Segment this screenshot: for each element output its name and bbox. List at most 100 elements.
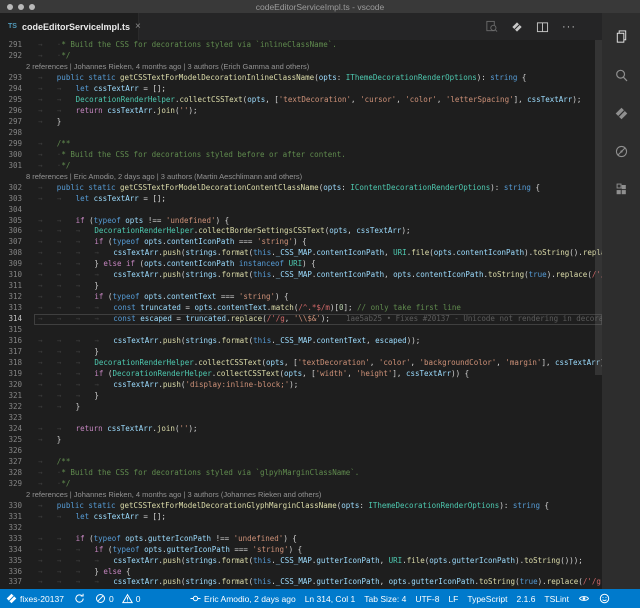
code-text[interactable]: →·* Build the CSS for decorations styled… [34,150,602,161]
code-line[interactable]: 302→public static getCSSTextForModelDeco… [0,183,602,194]
code-text[interactable]: →→→→cssTextArr.push(strings.format(this.… [34,248,602,259]
code-text[interactable]: →} [34,117,602,128]
eol-indicator[interactable]: LF [448,594,458,604]
close-window-button[interactable] [7,4,13,10]
line-number[interactable]: 292 [0,51,22,62]
line-number[interactable]: 293 [0,73,22,84]
gitlens-toggle-button[interactable] [578,593,590,604]
code-line[interactable]: 319→→→if (DecorationRenderHelper.collect… [0,369,602,380]
code-line[interactable]: 336→→→} else { [0,567,602,578]
line-number[interactable]: 301 [0,161,22,172]
extensions-icon[interactable] [613,181,629,197]
code-line[interactable]: 324 →→return cssTextArr.join(''); [0,424,602,435]
line-number[interactable]: 316 [0,336,22,347]
line-number[interactable]: 324 [0,424,22,435]
code-text[interactable]: →→→if (typeof opts.contentText === 'stri… [34,292,602,303]
line-number[interactable]: 323 [0,413,22,424]
code-line[interactable]: 303→→let cssTextArr = []; [0,194,602,205]
code-text[interactable]: →/** [34,457,602,468]
code-text[interactable]: →→let cssTextArr = []; [34,84,602,95]
line-number[interactable]: 334 [0,545,22,556]
source-control-icon[interactable] [613,105,629,121]
code-line[interactable]: 297→} [0,117,602,128]
code-text[interactable]: →→let cssTextArr = []; [34,194,602,205]
code-line[interactable]: 318 →→→DecorationRenderHelper.collectCSST… [0,358,602,369]
line-number[interactable]: 317 [0,347,22,358]
code-text[interactable]: →→DecorationRenderHelper.collectCSSText(… [34,95,602,106]
line-number[interactable]: 295 [0,95,22,106]
codelens-text[interactable]: 2 references | Johannes Rieken, 4 months… [26,490,321,501]
code-line[interactable]: 301 →·*/ [0,161,602,172]
sync-button[interactable] [74,593,85,604]
line-number[interactable]: 300 [0,150,22,161]
line-number[interactable]: 311 [0,281,22,292]
code-text[interactable]: →·*/ [34,479,602,490]
code-line[interactable]: 325→} [0,435,602,446]
code-line[interactable]: 326 [0,446,602,457]
line-number[interactable]: 309 [0,259,22,270]
code-text[interactable]: →·*/ [34,161,602,172]
tab-size-indicator[interactable]: Tab Size: 4 [364,594,406,604]
code-line[interactable]: 307 →→→if (typeof opts.contentIconPath ==… [0,237,602,248]
code-line[interactable]: 321→→→} [0,391,602,402]
code-line[interactable]: 313→→→→const truncated = opts.contentTex… [0,303,602,314]
code-line[interactable]: 304 [0,205,602,216]
codelens-row[interactable]: 2 references | Johannes Rieken, 4 months… [0,490,602,501]
code-text[interactable]: →→→if (DecorationRenderHelper.collectCSS… [34,369,602,380]
code-line[interactable]: 306→→→DecorationRenderHelper.collectBord… [0,226,602,237]
code-line[interactable]: 295 →→DecorationRenderHelper.collectCSSTe… [0,95,602,106]
code-text[interactable]: →→→if (typeof opts.contentIconPath === '… [34,237,602,248]
codelens-text[interactable]: 2 references | Johannes Rieken, 4 months… [26,62,309,73]
code-line[interactable]: 305→→if (typeof opts !== 'undefined') { [0,216,602,227]
code-line[interactable]: 309→→→} else if (opts.contentIconPath in… [0,259,602,270]
line-number[interactable]: 299 [0,139,22,150]
line-number[interactable]: 296 [0,106,22,117]
scrollbar-thumb[interactable] [595,40,602,375]
code-line[interactable]: 299→/** [0,139,602,150]
close-tab-icon[interactable]: × [135,22,141,32]
line-number[interactable]: 304 [0,205,22,216]
code-line[interactable]: 331→→let cssTextArr = []; [0,512,602,523]
code-line[interactable]: 298 [0,128,602,139]
code-line[interactable]: 314→→→→const escaped = truncated.replace… [0,314,602,325]
code-area[interactable]: 291 →·* Build the CSS for decorations sty… [0,40,602,589]
open-preview-icon[interactable] [485,20,498,33]
line-number[interactable]: 312 [0,292,22,303]
codelens-row[interactable]: 2 references | Johannes Rieken, 4 months… [0,62,602,73]
code-text[interactable]: →→→DecorationRenderHelper.collectCSSText… [34,358,602,369]
code-line[interactable]: 330→public static getCSSTextForModelDeco… [0,501,602,512]
line-number[interactable]: 306 [0,226,22,237]
code-text[interactable]: →→→→cssTextArr.push(strings.format(this.… [34,556,602,567]
line-number[interactable]: 315 [0,325,22,336]
code-text[interactable]: →→→} [34,391,602,402]
code-text[interactable]: →→return cssTextArr.join(''); [34,424,602,435]
search-icon[interactable] [613,67,629,83]
code-text[interactable]: →·* Build the CSS for decorations styled… [34,468,602,479]
code-text[interactable]: →public static getCSSTextForModelDecorat… [34,501,602,512]
line-number[interactable]: 333 [0,534,22,545]
tslint-status[interactable]: TSLint [544,594,569,604]
code-text[interactable]: →→→if (typeof opts.gutterIconPath === 's… [34,545,602,556]
code-text[interactable]: →→→→cssTextArr.push(strings.format(this.… [34,270,602,281]
code-line[interactable]: 323 [0,413,602,424]
code-text[interactable]: →→} [34,402,602,413]
code-text[interactable]: →→→} [34,281,602,292]
line-number[interactable]: 291 [0,40,22,51]
more-actions-icon[interactable]: ··· [562,21,576,33]
language-mode[interactable]: TypeScript [467,594,507,604]
editor-scrollbar[interactable] [595,40,602,589]
line-number[interactable]: 318 [0,358,22,369]
code-line[interactable]: 294→→let cssTextArr = []; [0,84,602,95]
line-number[interactable]: 307 [0,237,22,248]
split-editor-icon[interactable] [536,21,549,33]
encoding-indicator[interactable]: UTF-8 [415,594,439,604]
line-number[interactable]: 329 [0,479,22,490]
code-line[interactable]: 308→→→→cssTextArr.push(strings.format(th… [0,248,602,259]
line-number[interactable]: 322 [0,402,22,413]
debug-icon[interactable] [613,143,629,159]
line-number[interactable]: 336 [0,567,22,578]
code-text[interactable]: →public static getCSSTextForModelDecorat… [34,183,602,194]
code-text[interactable]: →public static getCSSTextForModelDecorat… [34,73,602,84]
code-text[interactable] [34,523,602,534]
code-line[interactable]: 328→·* Build the CSS for decorations sty… [0,468,602,479]
